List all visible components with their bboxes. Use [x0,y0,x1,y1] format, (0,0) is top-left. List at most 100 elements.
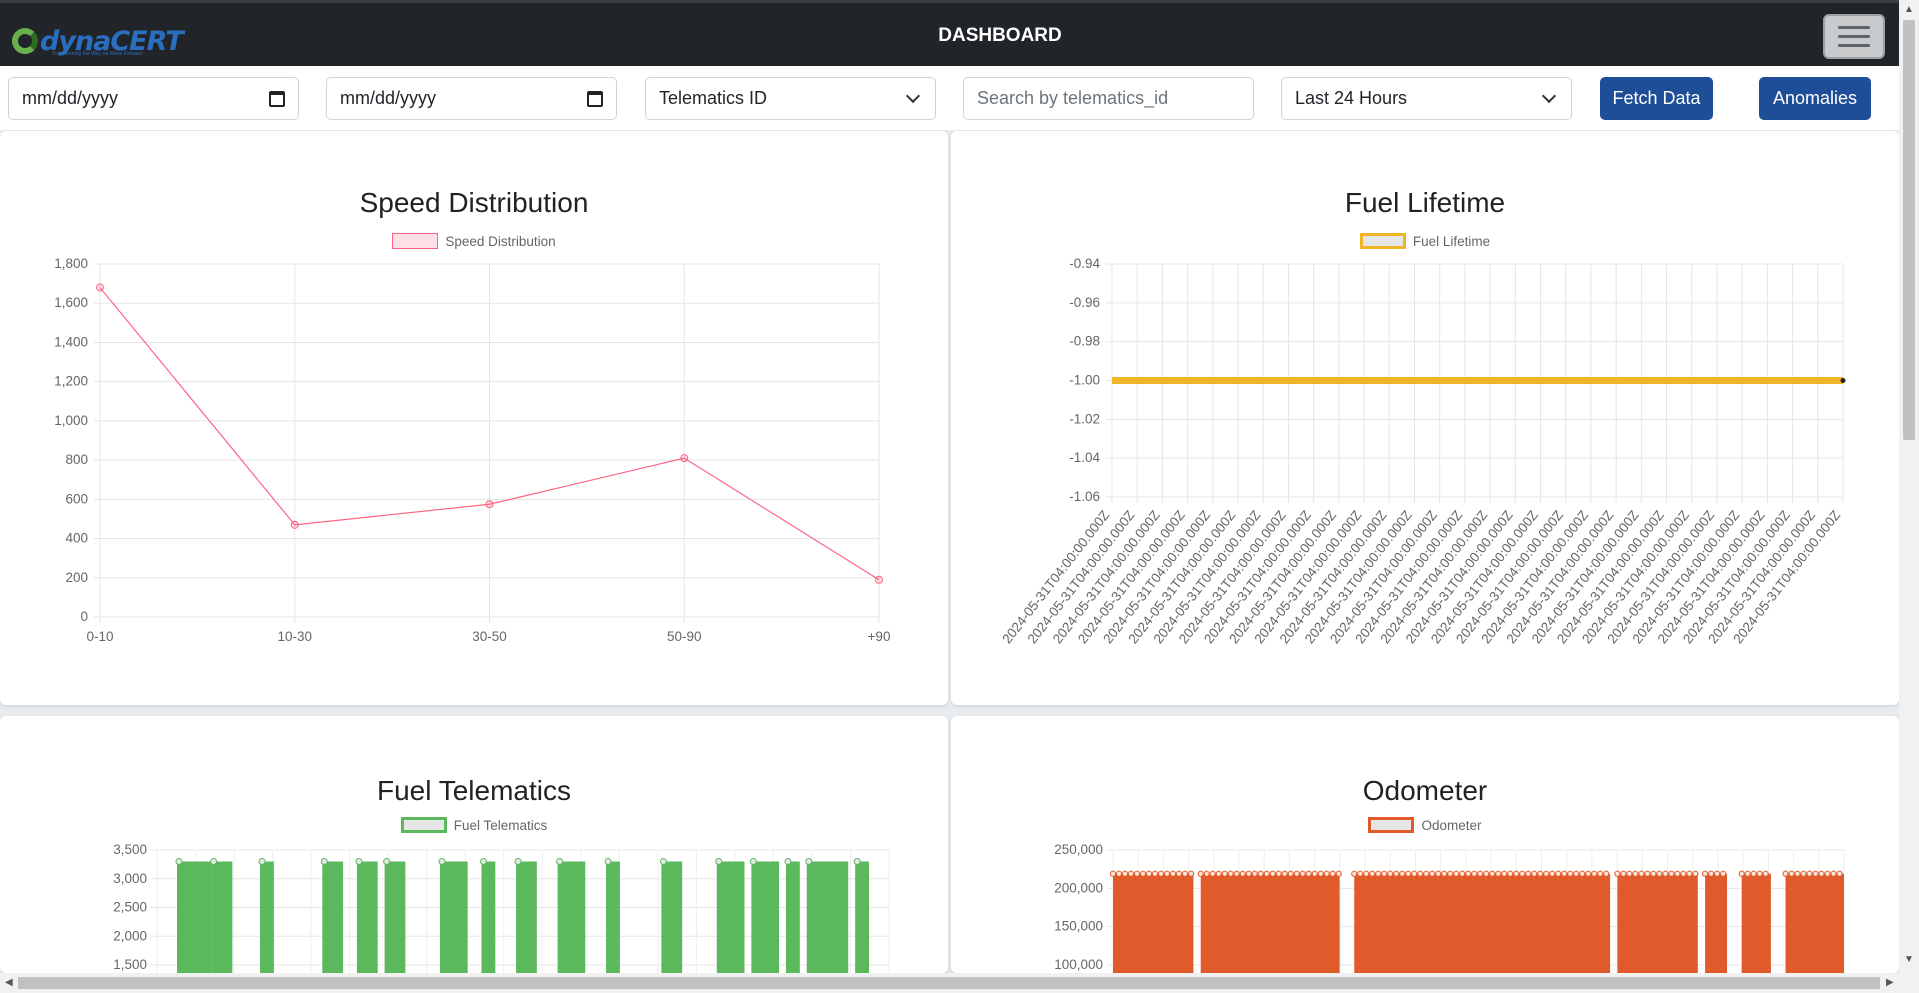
scroll-left-arrow-icon[interactable]: ◀ [5,977,13,988]
end-date-input[interactable]: mm/dd/yyyy [326,77,617,120]
y-tick-label: 200,000 [1054,880,1103,895]
data-point [1299,870,1306,877]
data-point [1163,870,1171,877]
calendar-icon[interactable] [587,90,603,107]
fuel-telematics-bar [260,861,274,973]
data-point [1614,870,1621,877]
data-point [1507,870,1514,877]
scroll-up-arrow-icon[interactable]: ▲ [1904,4,1914,15]
search-input[interactable]: Search by telematics_id [963,77,1254,120]
data-point [1489,870,1496,877]
data-point [1145,870,1153,877]
hamburger-menu-button[interactable] [1823,14,1885,59]
start-date-input[interactable]: mm/dd/yyyy [8,77,299,120]
chevron-down-icon [1541,88,1557,104]
telematics-id-select[interactable]: Telematics ID [645,77,936,120]
x-tick-label: +90 [868,629,891,644]
data-point [1369,870,1376,877]
data-point [1245,870,1252,877]
data-point [1762,870,1769,877]
data-point [1708,870,1715,877]
data-point [1323,870,1330,877]
data-point [1293,870,1300,877]
vertical-scrollbar[interactable]: ▲ ▼ [1899,0,1919,993]
anomalies-button[interactable]: Anomalies [1759,77,1871,120]
fetch-data-button[interactable]: Fetch Data [1600,77,1713,120]
data-point [1197,870,1204,877]
data-point [1806,870,1813,877]
data-point [1429,870,1436,877]
data-point [1417,870,1424,877]
data-point [1115,870,1123,877]
data-point [1257,870,1264,877]
data-point [1215,870,1222,877]
data-point [1519,870,1526,877]
data-point [1591,870,1598,877]
data-point [1381,870,1388,877]
data-point [320,858,328,865]
y-tick-label: 600 [65,491,88,506]
time-range-select-value: Last 24 Hours [1295,88,1408,108]
data-point [1638,870,1645,877]
data-point [1251,870,1258,877]
data-point [1169,870,1177,877]
data-point [1363,870,1370,877]
data-point [1317,870,1324,877]
calendar-icon[interactable] [269,90,285,107]
data-point [1209,870,1216,877]
data-point [1501,870,1508,877]
odometer-area [1785,873,1844,973]
y-tick-label: 200 [65,570,88,585]
chevron-down-icon [905,88,921,104]
page-title: DASHBOARD [938,25,1062,46]
data-point [1227,870,1234,877]
y-tick-label: -0.96 [1069,295,1100,310]
fuel-telematics-bar [751,861,780,973]
data-point [853,858,861,865]
data-point [485,500,494,509]
odometer-card: Odometer Odometer 250,000 200,000 150,000 1… [951,716,1899,973]
fuel-telematics-bar [855,861,869,973]
fuel-telematics-chart: 3,500 3,000 2,500 2,000 1,500 [113,842,890,973]
data-point [1477,870,1484,877]
fuel-telematics-bar [322,861,344,973]
y-tick-label: 100,000 [1054,957,1103,972]
scroll-down-arrow-icon[interactable]: ▼ [1904,954,1914,965]
y-tick-label: -1.02 [1069,411,1100,426]
data-point [514,858,522,865]
data-point [1650,870,1657,877]
data-point [1233,870,1240,877]
y-tick-label: 400 [65,531,88,546]
data-point [1782,870,1789,877]
data-point [749,858,757,865]
data-point [1537,870,1544,877]
logo-tagline: Transforming the Way we Move Forward [52,51,142,57]
vertical-scroll-thumb[interactable] [1903,20,1915,440]
time-range-select[interactable]: Last 24 Hours [1281,77,1572,120]
horizontal-scrollbar[interactable]: ◀ ▶ [0,973,1899,993]
fuel-telematics-card: Fuel Telematics Fuel Telematics 3,500 3,0… [0,716,948,973]
data-point [659,858,667,865]
y-tick-label: 1,400 [54,334,88,349]
data-point [1423,870,1430,877]
data-point [1818,870,1825,877]
fuel-telematics-bar [439,861,468,973]
y-tick-label: 1,500 [113,957,147,972]
x-tick-label: 0-10 [86,629,113,644]
data-point [1720,870,1727,877]
data-point [1620,870,1627,877]
data-point [1311,870,1318,877]
data-point [1656,870,1663,877]
y-tick-label: -0.98 [1069,334,1100,349]
data-point [1513,870,1520,877]
data-point [1239,870,1246,877]
horizontal-scroll-thumb[interactable] [18,977,1880,989]
speed-distribution-chart: 1,800 1,600 1,400 1,200 1,000 800 600 400 200 0 0-… [54,256,891,644]
data-point [1287,870,1294,877]
navbar: dynaCERT Transforming the Way we Move Fo… [0,0,1899,66]
data-point [1127,870,1135,877]
scroll-right-arrow-icon[interactable]: ▶ [1886,977,1894,988]
data-point [1680,870,1687,877]
data-point [1714,870,1721,877]
data-point [1139,870,1147,877]
